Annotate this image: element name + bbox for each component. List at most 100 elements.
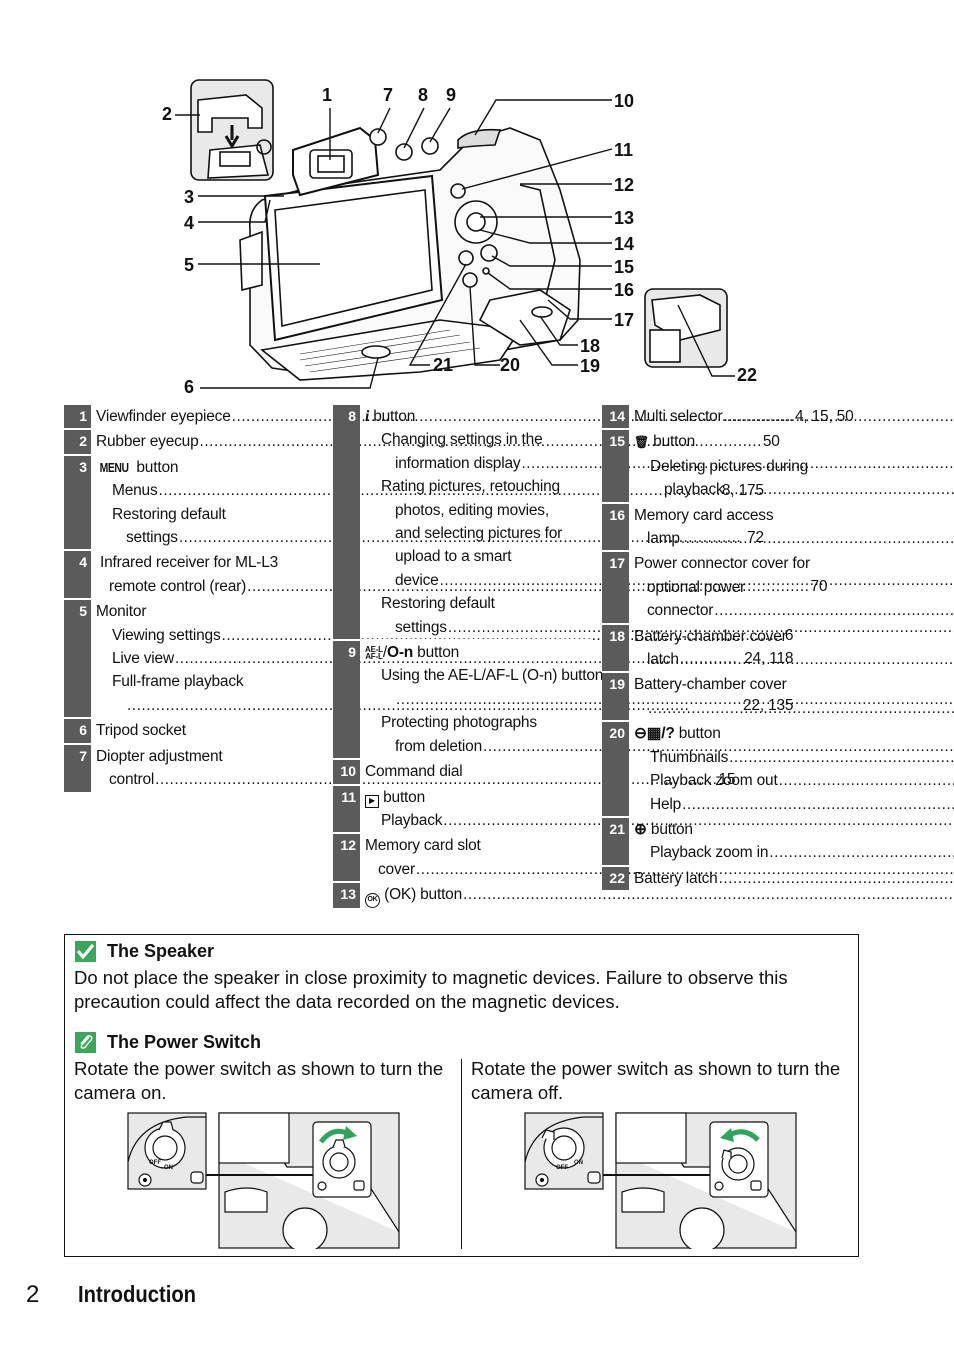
entry-body: Tripod socket — [91, 719, 322, 742]
callout-15: 15 — [614, 257, 635, 277]
item-number: 16 — [609, 506, 625, 523]
callout-12: 12 — [614, 175, 635, 195]
leader-dots — [680, 648, 954, 671]
entry-body: Memory card access lamp21, 118 — [629, 504, 954, 551]
leader-dots — [682, 793, 954, 816]
check-icon — [75, 941, 96, 962]
entry-text: Restoring default — [112, 505, 226, 523]
entry-text: optional power — [647, 578, 746, 596]
entry-text: Memory card slot — [365, 837, 481, 855]
item-number: 15 — [609, 433, 625, 450]
callout-1: 1 — [322, 85, 333, 105]
entry-text: cover — [378, 860, 415, 878]
leader-dots — [724, 405, 954, 428]
item-number: 11 — [341, 788, 356, 805]
index-entry-9: 9 AE-L AF-L/O-n button Using the AE-L/AF-L … — [333, 639, 603, 759]
callout-19: 19 — [580, 356, 601, 376]
entry-text: Changing settings in the — [381, 431, 543, 449]
entry-line: Memory card access — [634, 504, 954, 527]
zoom-in-icon: ⊕ — [634, 820, 647, 838]
entry-heading: 🗑 button — [634, 433, 696, 451]
item-number-badge: 4 — [64, 551, 91, 599]
leader-dots — [681, 527, 954, 550]
item-number-badge: 5 — [64, 600, 91, 718]
callout-20: 20 — [500, 355, 521, 375]
index-entry-4: 4 Infrared receiver for ML-L3 remote contr… — [64, 549, 827, 599]
entry-text: Deleting pictures during — [650, 457, 809, 475]
entry-body: Multi selector9 — [629, 405, 954, 428]
index-entry-5: 5MonitorViewing settings6Live view24, 11… — [64, 598, 794, 718]
entry-body: ⊖▦/? buttonThumbnails140Playback zoom ou… — [629, 722, 954, 816]
entry-line: Tripod socket — [96, 719, 322, 742]
item-number-badge: 3 — [64, 455, 91, 550]
callout-6: 6 — [184, 377, 195, 397]
item-number: 12 — [340, 837, 356, 854]
entry-text: Diopter adjustment — [96, 747, 223, 765]
entry-text: Battery-chamber cover — [634, 676, 787, 694]
entry-text: Playback zoom out — [650, 772, 778, 790]
index-entry-15: 15 🗑 button Deleting pictures during playba… — [602, 428, 860, 502]
item-number: 5 — [79, 603, 87, 620]
entry-text: Battery latch — [634, 869, 718, 887]
entry-text: photos, editing movies, — [395, 501, 549, 519]
leader-dots — [648, 697, 954, 720]
leader-dots — [779, 769, 954, 792]
entry-body: 🗑 button Deleting pictures during playback… — [629, 430, 954, 501]
index-column-2: 8i button Changing settings in the informa… — [333, 405, 603, 909]
entry-text: lamp — [647, 530, 680, 548]
item-number: 13 — [340, 886, 356, 903]
entry-body: ⊕ button Playback zoom in142 — [629, 818, 954, 865]
item-number: 20 — [609, 725, 625, 742]
entry-line: Playback zoom out142 — [634, 769, 954, 792]
entry-body: Battery-chamber cover 12, 17 — [629, 673, 954, 720]
entry-text: Battery-chamber cover — [634, 627, 787, 645]
entry-body: Command dial — [360, 760, 591, 783]
item-number: 10 — [340, 763, 356, 780]
entry-text: Help — [650, 795, 682, 813]
index-entry-12: 12Memory card slotcover12, 17 — [333, 832, 591, 882]
entry-body: Battery-chamber cover latch12, 17 — [629, 625, 954, 672]
item-number-badge: 11 — [333, 785, 360, 833]
item-number: 3 — [79, 458, 87, 475]
entry-text: device — [395, 571, 439, 589]
entry-text: settings — [126, 529, 178, 547]
entry-text: remote control (rear) — [109, 577, 247, 595]
entry-text: Restoring default — [381, 595, 495, 613]
entry-text: Using the AE-L/AF-L (O-n) button — [381, 667, 604, 685]
item-number: 17 — [609, 555, 625, 572]
speaker-note-heading: The Speaker — [75, 941, 214, 962]
item-number-badge: 13 — [333, 883, 360, 909]
item-number-badge: 8 — [333, 405, 360, 640]
entry-line: Playback zoom in142 — [634, 841, 954, 864]
entry-text: Menus — [112, 482, 158, 500]
item-number: 9 — [348, 644, 356, 661]
item-number-badge: 21 — [602, 817, 629, 865]
entry-text: Power connector cover for — [634, 555, 810, 573]
callout-7: 7 — [383, 85, 394, 105]
entry-text: playback — [664, 481, 724, 499]
index-entry-16: 16Memory card accesslamp21, 118 — [602, 501, 860, 551]
item-number: 21 — [609, 820, 625, 837]
index-entry-7: 7Diopter adjustmentcontrol15 — [64, 742, 736, 792]
item-number: 2 — [79, 433, 87, 450]
index-entry-22: 22Battery latch12, 17 — [602, 864, 860, 891]
entry-heading: ⊖▦/? button — [634, 725, 721, 743]
entry-line: Help8 — [634, 793, 954, 816]
entry-text: Full-frame playback — [112, 673, 244, 691]
callout-16: 16 — [614, 280, 635, 300]
item-number-badge: 10 — [333, 760, 360, 784]
entry-text: Command dial — [365, 763, 463, 781]
entry-text: Infrared receiver for ML-L3 — [100, 554, 279, 572]
entry-text: Rubber eyecup — [96, 433, 199, 451]
leader-dots — [725, 478, 954, 501]
trash-icon: 🗑 — [634, 435, 650, 450]
item-number-badge: 17 — [602, 552, 629, 623]
entry-line: Battery latch12, 17 — [634, 867, 954, 890]
camera-illustration — [175, 79, 735, 389]
entry-body: Power connector cover for optional power c… — [629, 552, 954, 622]
entry-text: Live view — [112, 650, 174, 668]
index-entry-2: 2Rubber eyecup50 — [64, 428, 780, 454]
entry-text: Viewing settings — [112, 626, 221, 644]
entry-line: lamp21, 118 — [634, 527, 954, 550]
item-number-badge: 9 — [333, 641, 360, 759]
